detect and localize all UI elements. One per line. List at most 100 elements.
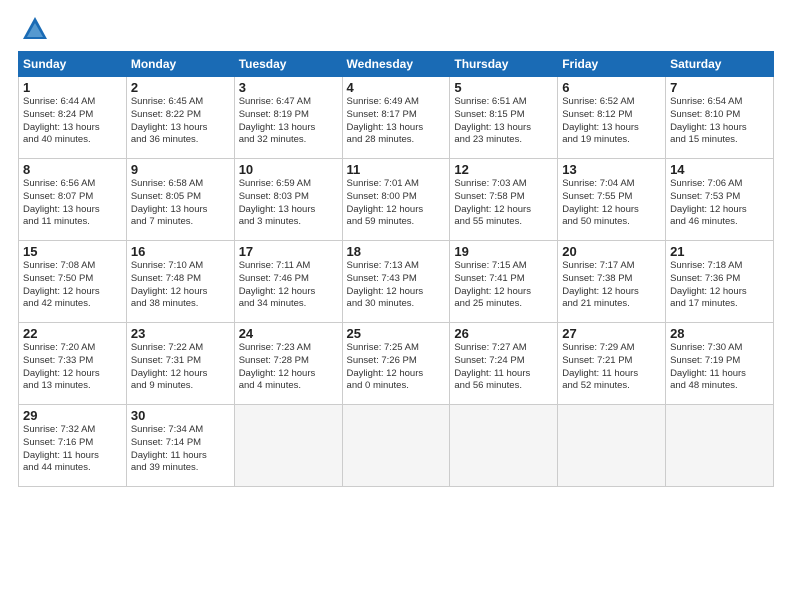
day-number: 27 (562, 326, 661, 341)
calendar-day-cell: 8Sunrise: 6:56 AM Sunset: 8:07 PM Daylig… (19, 159, 127, 241)
calendar-day-cell: 20Sunrise: 7:17 AM Sunset: 7:38 PM Dayli… (558, 241, 666, 323)
calendar-day-cell: 6Sunrise: 6:52 AM Sunset: 8:12 PM Daylig… (558, 77, 666, 159)
weekday-header-wednesday: Wednesday (342, 52, 450, 77)
day-info: Sunrise: 6:54 AM Sunset: 8:10 PM Dayligh… (670, 96, 769, 147)
day-number: 9 (131, 162, 230, 177)
day-info: Sunrise: 7:06 AM Sunset: 7:53 PM Dayligh… (670, 178, 769, 229)
day-number: 17 (239, 244, 338, 259)
day-number: 14 (670, 162, 769, 177)
day-number: 18 (347, 244, 446, 259)
day-number: 29 (23, 408, 122, 423)
calendar-day-cell: 14Sunrise: 7:06 AM Sunset: 7:53 PM Dayli… (666, 159, 774, 241)
calendar-day-cell: 24Sunrise: 7:23 AM Sunset: 7:28 PM Dayli… (234, 323, 342, 405)
day-number: 24 (239, 326, 338, 341)
day-number: 12 (454, 162, 553, 177)
calendar-day-cell: 5Sunrise: 6:51 AM Sunset: 8:15 PM Daylig… (450, 77, 558, 159)
calendar-day-cell (234, 405, 342, 487)
weekday-header-tuesday: Tuesday (234, 52, 342, 77)
calendar-day-cell: 4Sunrise: 6:49 AM Sunset: 8:17 PM Daylig… (342, 77, 450, 159)
calendar-day-cell: 25Sunrise: 7:25 AM Sunset: 7:26 PM Dayli… (342, 323, 450, 405)
calendar-day-cell: 27Sunrise: 7:29 AM Sunset: 7:21 PM Dayli… (558, 323, 666, 405)
calendar-week-row: 29Sunrise: 7:32 AM Sunset: 7:16 PM Dayli… (19, 405, 774, 487)
calendar-day-cell: 18Sunrise: 7:13 AM Sunset: 7:43 PM Dayli… (342, 241, 450, 323)
calendar-day-cell (342, 405, 450, 487)
day-number: 4 (347, 80, 446, 95)
day-number: 3 (239, 80, 338, 95)
calendar-day-cell: 29Sunrise: 7:32 AM Sunset: 7:16 PM Dayli… (19, 405, 127, 487)
calendar-day-cell: 22Sunrise: 7:20 AM Sunset: 7:33 PM Dayli… (19, 323, 127, 405)
calendar-body: 1Sunrise: 6:44 AM Sunset: 8:24 PM Daylig… (19, 77, 774, 487)
day-info: Sunrise: 6:47 AM Sunset: 8:19 PM Dayligh… (239, 96, 338, 147)
day-number: 11 (347, 162, 446, 177)
calendar-day-cell: 11Sunrise: 7:01 AM Sunset: 8:00 PM Dayli… (342, 159, 450, 241)
calendar-table: SundayMondayTuesdayWednesdayThursdayFrid… (18, 51, 774, 487)
day-info: Sunrise: 6:44 AM Sunset: 8:24 PM Dayligh… (23, 96, 122, 147)
day-number: 28 (670, 326, 769, 341)
weekday-header-sunday: Sunday (19, 52, 127, 77)
calendar-week-row: 1Sunrise: 6:44 AM Sunset: 8:24 PM Daylig… (19, 77, 774, 159)
day-number: 19 (454, 244, 553, 259)
calendar-week-row: 15Sunrise: 7:08 AM Sunset: 7:50 PM Dayli… (19, 241, 774, 323)
calendar-day-cell (558, 405, 666, 487)
day-number: 8 (23, 162, 122, 177)
day-info: Sunrise: 6:56 AM Sunset: 8:07 PM Dayligh… (23, 178, 122, 229)
day-info: Sunrise: 7:29 AM Sunset: 7:21 PM Dayligh… (562, 342, 661, 393)
day-number: 20 (562, 244, 661, 259)
weekday-header-monday: Monday (126, 52, 234, 77)
day-info: Sunrise: 7:20 AM Sunset: 7:33 PM Dayligh… (23, 342, 122, 393)
calendar-day-cell: 9Sunrise: 6:58 AM Sunset: 8:05 PM Daylig… (126, 159, 234, 241)
day-info: Sunrise: 7:27 AM Sunset: 7:24 PM Dayligh… (454, 342, 553, 393)
day-info: Sunrise: 6:51 AM Sunset: 8:15 PM Dayligh… (454, 96, 553, 147)
calendar-day-cell (666, 405, 774, 487)
day-number: 26 (454, 326, 553, 341)
calendar-day-cell: 23Sunrise: 7:22 AM Sunset: 7:31 PM Dayli… (126, 323, 234, 405)
weekday-header-saturday: Saturday (666, 52, 774, 77)
weekday-header-friday: Friday (558, 52, 666, 77)
calendar-week-row: 22Sunrise: 7:20 AM Sunset: 7:33 PM Dayli… (19, 323, 774, 405)
day-info: Sunrise: 7:04 AM Sunset: 7:55 PM Dayligh… (562, 178, 661, 229)
day-info: Sunrise: 7:34 AM Sunset: 7:14 PM Dayligh… (131, 424, 230, 475)
calendar-day-cell: 28Sunrise: 7:30 AM Sunset: 7:19 PM Dayli… (666, 323, 774, 405)
calendar-day-cell: 13Sunrise: 7:04 AM Sunset: 7:55 PM Dayli… (558, 159, 666, 241)
calendar-day-cell: 16Sunrise: 7:10 AM Sunset: 7:48 PM Dayli… (126, 241, 234, 323)
day-number: 15 (23, 244, 122, 259)
calendar-day-cell: 21Sunrise: 7:18 AM Sunset: 7:36 PM Dayli… (666, 241, 774, 323)
day-number: 5 (454, 80, 553, 95)
calendar-day-cell: 10Sunrise: 6:59 AM Sunset: 8:03 PM Dayli… (234, 159, 342, 241)
day-info: Sunrise: 7:03 AM Sunset: 7:58 PM Dayligh… (454, 178, 553, 229)
day-info: Sunrise: 7:23 AM Sunset: 7:28 PM Dayligh… (239, 342, 338, 393)
logo-icon (21, 15, 49, 43)
day-info: Sunrise: 7:18 AM Sunset: 7:36 PM Dayligh… (670, 260, 769, 311)
day-number: 6 (562, 80, 661, 95)
day-info: Sunrise: 7:15 AM Sunset: 7:41 PM Dayligh… (454, 260, 553, 311)
day-info: Sunrise: 6:58 AM Sunset: 8:05 PM Dayligh… (131, 178, 230, 229)
day-number: 1 (23, 80, 122, 95)
day-number: 10 (239, 162, 338, 177)
day-info: Sunrise: 7:08 AM Sunset: 7:50 PM Dayligh… (23, 260, 122, 311)
day-number: 23 (131, 326, 230, 341)
day-info: Sunrise: 6:45 AM Sunset: 8:22 PM Dayligh… (131, 96, 230, 147)
day-number: 21 (670, 244, 769, 259)
calendar-header: SundayMondayTuesdayWednesdayThursdayFrid… (19, 52, 774, 77)
calendar-day-cell: 15Sunrise: 7:08 AM Sunset: 7:50 PM Dayli… (19, 241, 127, 323)
calendar-day-cell: 17Sunrise: 7:11 AM Sunset: 7:46 PM Dayli… (234, 241, 342, 323)
calendar-day-cell: 2Sunrise: 6:45 AM Sunset: 8:22 PM Daylig… (126, 77, 234, 159)
day-number: 2 (131, 80, 230, 95)
day-number: 25 (347, 326, 446, 341)
calendar-day-cell: 12Sunrise: 7:03 AM Sunset: 7:58 PM Dayli… (450, 159, 558, 241)
day-info: Sunrise: 7:32 AM Sunset: 7:16 PM Dayligh… (23, 424, 122, 475)
calendar-day-cell: 1Sunrise: 6:44 AM Sunset: 8:24 PM Daylig… (19, 77, 127, 159)
day-info: Sunrise: 7:25 AM Sunset: 7:26 PM Dayligh… (347, 342, 446, 393)
day-info: Sunrise: 6:49 AM Sunset: 8:17 PM Dayligh… (347, 96, 446, 147)
day-info: Sunrise: 6:59 AM Sunset: 8:03 PM Dayligh… (239, 178, 338, 229)
calendar-day-cell: 19Sunrise: 7:15 AM Sunset: 7:41 PM Dayli… (450, 241, 558, 323)
day-info: Sunrise: 6:52 AM Sunset: 8:12 PM Dayligh… (562, 96, 661, 147)
day-info: Sunrise: 7:17 AM Sunset: 7:38 PM Dayligh… (562, 260, 661, 311)
day-number: 7 (670, 80, 769, 95)
calendar-day-cell (450, 405, 558, 487)
calendar-day-cell: 30Sunrise: 7:34 AM Sunset: 7:14 PM Dayli… (126, 405, 234, 487)
day-info: Sunrise: 7:30 AM Sunset: 7:19 PM Dayligh… (670, 342, 769, 393)
weekday-header-thursday: Thursday (450, 52, 558, 77)
calendar-page: SundayMondayTuesdayWednesdayThursdayFrid… (0, 0, 792, 612)
calendar-day-cell: 26Sunrise: 7:27 AM Sunset: 7:24 PM Dayli… (450, 323, 558, 405)
